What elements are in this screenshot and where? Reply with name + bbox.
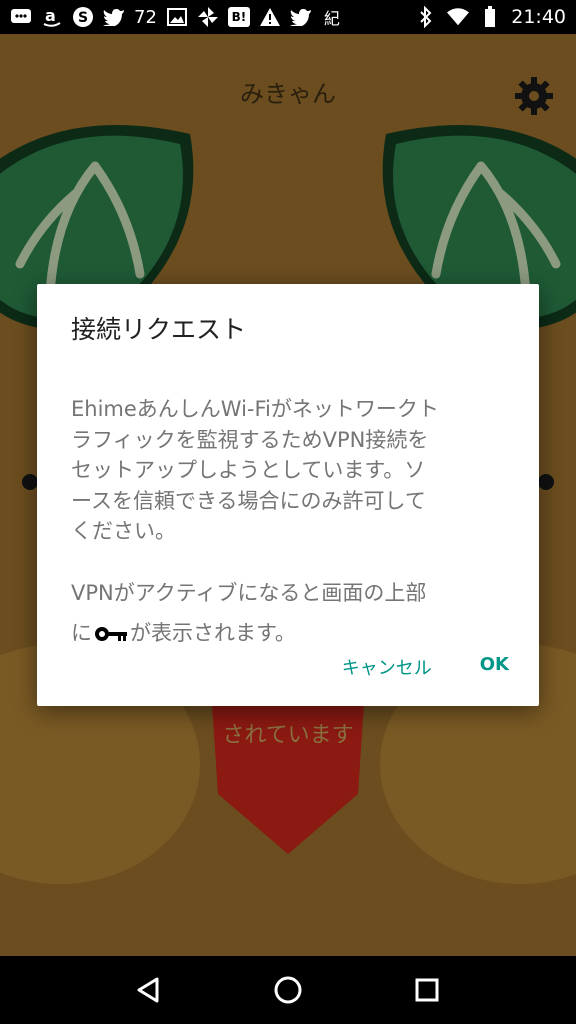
wifi-icon [447, 6, 470, 28]
twitter-icon [289, 6, 312, 28]
warning-icon [259, 6, 281, 28]
kanji-icon: 紀 [323, 9, 340, 28]
navigation-bar [0, 956, 576, 1024]
cancel-button[interactable]: キャンセル [342, 654, 432, 680]
dialog-vpn-note-line2: に が表示されます。 [71, 613, 505, 653]
dialog-vpn-note-line1: VPNがアクティブになると画面の上部 [71, 580, 427, 605]
skype-icon: S [72, 6, 94, 28]
dialog-message: EhimeあんしんWi-Fiがネットワークト ラフィックを監視するためVPN接続… [71, 397, 439, 543]
svg-text:a: a [45, 6, 56, 25]
system-icons: 21:40 [415, 6, 566, 28]
home-icon [274, 976, 302, 1004]
eye-right [538, 474, 554, 490]
notification-count: 72 [134, 6, 157, 28]
clock: 21:40 [511, 6, 566, 28]
twitter-icon [103, 6, 125, 28]
notification-icons: a S 72 B! 紀 [10, 6, 343, 28]
background-status-text: されています [222, 723, 354, 748]
dialog-title: 接続リクエスト [71, 315, 247, 344]
dialog-vpn-note-suffix: が表示されます。 [130, 620, 296, 645]
ok-button[interactable]: OK [480, 654, 509, 680]
message-icon [10, 6, 32, 28]
image-icon [166, 6, 188, 28]
dialog-vpn-note: VPNがアクティブになると画面の上部 に が表示されます。 [71, 573, 505, 653]
hatena-icon: B! [227, 7, 250, 27]
eye-left [22, 474, 38, 490]
svg-text:S: S [78, 10, 88, 26]
recents-button[interactable] [407, 970, 447, 1010]
back-button[interactable] [129, 970, 169, 1010]
dialog-vpn-note-prefix: に [71, 620, 92, 645]
status-bar: a S 72 B! 紀 21:40 [0, 0, 576, 34]
bluetooth-icon [415, 6, 437, 28]
key-icon [95, 626, 127, 641]
recents-icon [415, 978, 439, 1002]
back-icon [137, 977, 159, 1003]
vpn-connection-request-dialog: 接続リクエスト EhimeあんしんWi-Fiがネットワークト ラフィックを監視す… [37, 284, 539, 706]
amazon-icon: a [41, 6, 63, 28]
battery-icon [479, 6, 501, 28]
home-button[interactable] [268, 970, 308, 1010]
dialog-actions: キャンセル OK [342, 654, 509, 680]
pinwheel-icon [197, 6, 219, 28]
